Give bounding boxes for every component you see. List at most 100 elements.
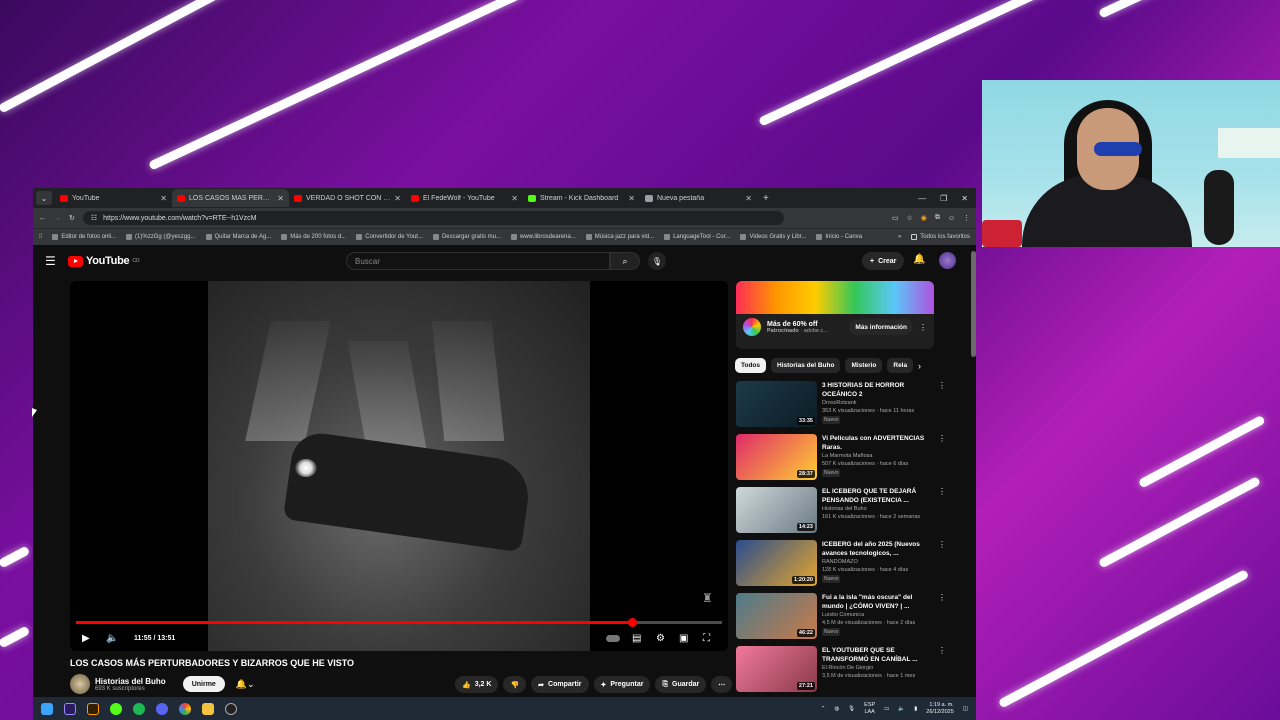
filter-chip[interactable]: Rela xyxy=(887,358,914,373)
obs-icon[interactable] xyxy=(225,702,237,715)
url-field[interactable]: ☷ https://www.youtube.com/watch?v=RTE--h… xyxy=(82,211,784,225)
recommended-channel[interactable]: DrossRotzank xyxy=(822,399,933,407)
bookmark-item[interactable]: Inicio - Canva xyxy=(816,234,862,240)
browser-menu-icon[interactable]: ⋮ xyxy=(963,214,970,222)
subtitles-icon[interactable]: ▤ xyxy=(632,633,641,644)
extensions-puzzle-icon[interactable]: ⧉ xyxy=(935,214,940,222)
bookmark-item[interactable]: LanguageTool - Cor... xyxy=(664,234,730,240)
site-info-icon[interactable]: ☷ xyxy=(91,214,97,222)
bookmark-item[interactable]: Descargar gratis mu... xyxy=(432,234,501,240)
tray-app-icon[interactable]: ◍ xyxy=(834,706,839,712)
sponsored-ad[interactable]: Más de 60% off Patrocinado · adobe.c... … xyxy=(736,281,934,349)
recommended-channel[interactable]: RANDOMAZO xyxy=(822,558,933,566)
video-menu-icon[interactable]: ⋮ xyxy=(938,593,946,641)
progress-scrubber[interactable] xyxy=(627,618,637,627)
voice-search-button[interactable]: 🎙 xyxy=(648,252,666,270)
scrollbar[interactable] xyxy=(971,251,976,357)
minimize-icon[interactable]: — xyxy=(918,194,926,203)
recommended-channel[interactable]: La Marmota Mañosa xyxy=(822,452,933,460)
video-thumbnail[interactable]: 14:23 xyxy=(736,487,817,533)
all-bookmarks[interactable]: Todos los favoritos xyxy=(911,234,970,240)
close-tab-icon[interactable]: ✕ xyxy=(628,194,635,203)
video-menu-icon[interactable]: ⋮ xyxy=(938,381,946,429)
notifications-icon[interactable]: 🔔 xyxy=(913,254,925,265)
video-menu-icon[interactable]: ⋮ xyxy=(938,434,946,482)
like-button[interactable]: 👍 3,2 K xyxy=(455,676,499,693)
search-input[interactable]: Buscar xyxy=(346,252,610,270)
video-thumbnail[interactable]: 28:37 xyxy=(736,434,817,480)
recommended-title[interactable]: 3 HISTORIAS DE HORROR OCEÁNICO 2 xyxy=(822,381,933,399)
browser-tab[interactable]: Stream - Kick Dashboard ✕ xyxy=(523,189,640,207)
bookmark-item[interactable]: Videos Gratis y Libr... xyxy=(740,234,806,240)
recommended-video[interactable]: 33:35 3 HISTORIAS DE HORROR OCEÁNICO 2 D… xyxy=(736,381,946,429)
extension-icon[interactable]: ◉ xyxy=(921,214,927,222)
cast-icon[interactable]: ▭ xyxy=(892,214,899,222)
close-tab-icon[interactable]: ✕ xyxy=(511,194,518,203)
spotify-icon[interactable] xyxy=(133,702,145,715)
close-tab-icon[interactable]: ✕ xyxy=(745,194,752,203)
clock[interactable]: 1:19 a. m. 26/12/2025 xyxy=(926,702,954,716)
recommended-video[interactable]: 27:21 EL YOUTUBER QUE SE TRANSFORMÓ EN C… xyxy=(736,646,946,694)
more-bookmarks-icon[interactable]: » xyxy=(898,234,901,240)
progress-bar[interactable] xyxy=(76,621,722,624)
bookmark-item[interactable]: (1)%zzGg (@yeszgg... xyxy=(126,234,196,240)
bookmark-item[interactable]: www.librosdearena... xyxy=(511,234,576,240)
recommended-video[interactable]: 14:23 EL ICEBERG QUE TE DEJARÁ PENSANDO … xyxy=(736,487,946,535)
microphone-icon[interactable]: 🎙 xyxy=(848,706,855,712)
bookmark-item[interactable]: Más de 200 fotos d... xyxy=(281,234,346,240)
tab-search-button[interactable]: ⌄ xyxy=(36,191,52,205)
network-icon[interactable]: ▭ xyxy=(884,706,889,712)
illustrator-icon[interactable] xyxy=(87,702,99,715)
back-icon[interactable]: ← xyxy=(39,215,46,222)
forward-icon[interactable]: → xyxy=(54,215,61,222)
file-explorer-icon[interactable] xyxy=(202,702,214,715)
bookmark-item[interactable]: Música jazz para vid... xyxy=(585,234,654,240)
recommended-title[interactable]: EL ICEBERG QUE TE DEJARÁ PENSANDO (EXIST… xyxy=(822,487,933,505)
browser-tab[interactable]: El FedeWolf - YouTube ✕ xyxy=(406,189,523,207)
recommended-video[interactable]: 46:22 Fui a la isla "más oscura" del mun… xyxy=(736,593,946,641)
tray-expand-icon[interactable]: ⌃ xyxy=(821,706,826,712)
ad-menu-icon[interactable]: ⋮ xyxy=(919,323,927,332)
share-button[interactable]: ➦ Compartir xyxy=(531,676,589,693)
channel-name[interactable]: Historias del Buho xyxy=(95,677,166,686)
recommended-channel[interactable]: Historias del Buho xyxy=(822,505,933,513)
premiere-icon[interactable] xyxy=(64,702,76,715)
ask-button[interactable]: ✦ Preguntar xyxy=(593,676,651,693)
kick-icon[interactable] xyxy=(110,702,122,715)
close-tab-icon[interactable]: ✕ xyxy=(394,194,401,203)
fullscreen-icon[interactable]: ⛶ xyxy=(703,633,710,644)
video-player[interactable]: ♜ ▶ 🔈 11:55 / 13:51 ▤ ⚙ ▣ ⛶ xyxy=(70,281,728,651)
guide-menu-icon[interactable]: ☰ xyxy=(45,254,56,268)
video-thumbnail[interactable]: 27:21 xyxy=(736,646,817,692)
video-thumbnail[interactable]: 33:35 xyxy=(736,381,817,427)
filter-chip[interactable]: Historias del Buho xyxy=(771,358,841,373)
channel-avatar[interactable] xyxy=(70,674,90,694)
recommended-title[interactable]: EL YOUTUBER QUE SE TRANSFORMÓ EN CANÍBAL… xyxy=(822,646,933,664)
filter-chip[interactable]: Misterio xyxy=(845,358,883,373)
recommended-video[interactable]: 1:20:20 ICEBERG del año 2025 (Nuevos ava… xyxy=(736,540,946,588)
recommended-channel[interactable]: Luisito Comunica xyxy=(822,611,933,619)
subscription-bell-icon[interactable]: 🔔⌄ xyxy=(236,679,255,690)
language-indicator[interactable]: ESP LAA xyxy=(864,702,875,716)
reload-icon[interactable]: ↻ xyxy=(69,214,75,222)
autoplay-toggle[interactable] xyxy=(606,635,620,642)
video-thumbnail[interactable]: 46:22 xyxy=(736,593,817,639)
browser-tab[interactable]: VERDAD O SHOT CON PADRES ✕ xyxy=(289,189,406,207)
avatar[interactable] xyxy=(939,252,956,269)
youtube-logo[interactable]: YouTube CO xyxy=(68,255,140,267)
play-icon[interactable]: ▶ xyxy=(82,633,90,644)
maximize-icon[interactable]: ❐ xyxy=(940,194,947,203)
miniplayer-icon[interactable]: ▣ xyxy=(679,633,688,644)
recommended-video[interactable]: 28:37 Vi Películas con ADVERTENCIAS Rara… xyxy=(736,434,946,482)
recommended-channel[interactable]: El Rincón De Giorgio xyxy=(822,664,933,672)
chrome-icon[interactable] xyxy=(179,702,191,715)
bookmark-item[interactable]: Quitar Marca de Ag... xyxy=(205,234,271,240)
close-tab-icon[interactable]: ✕ xyxy=(277,194,284,203)
battery-icon[interactable]: ▮ xyxy=(914,706,917,712)
windows-start-icon[interactable] xyxy=(41,702,53,715)
chevron-right-icon[interactable]: › xyxy=(918,361,921,371)
settings-icon[interactable]: ⚙ xyxy=(656,633,665,644)
search-button[interactable]: ⌕ xyxy=(610,252,640,270)
browser-tab[interactable]: YouTube ✕ xyxy=(55,189,172,207)
create-button[interactable]: + Crear xyxy=(862,252,905,270)
